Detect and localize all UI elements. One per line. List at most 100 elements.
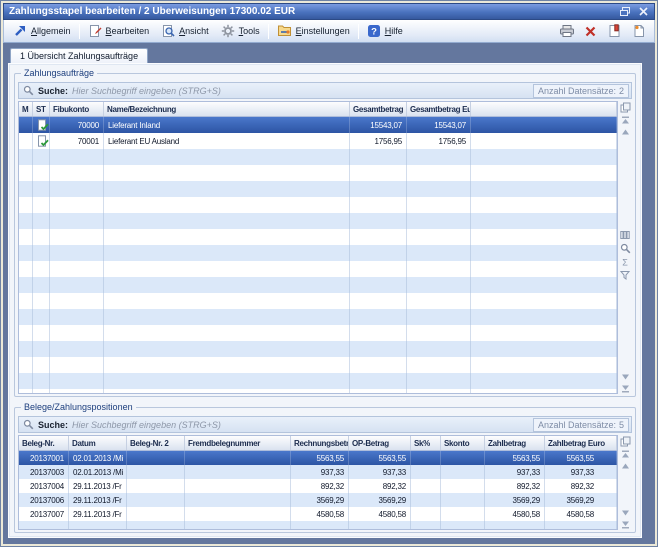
- position-row[interactable]: 2013700302.01.2013 /Mi937,33937,33937,33…: [19, 465, 617, 479]
- menu-allgemein[interactable]: Allgemein: [7, 22, 77, 40]
- scroll-up-icon[interactable]: [621, 128, 630, 137]
- column-header[interactable]: Beleg-Nr.: [19, 436, 69, 450]
- column-header[interactable]: Datum: [69, 436, 127, 450]
- new-page-button[interactable]: [631, 25, 646, 38]
- empty-row[interactable]: [19, 149, 617, 165]
- cell-m: [19, 165, 33, 181]
- cell-m: [19, 309, 33, 325]
- positions-search-input[interactable]: [72, 420, 529, 430]
- empty-row[interactable]: [19, 521, 617, 529]
- titlebar[interactable]: Zahlungsstapel bearbeiten / 2 Überweisun…: [3, 3, 655, 20]
- menu-einstellungen[interactable]: Einstellungen: [271, 22, 356, 40]
- positions-table-rows: 2013700102.01.2013 /Mi5563,555563,555563…: [19, 451, 617, 529]
- empty-row[interactable]: [19, 357, 617, 373]
- empty-row[interactable]: [19, 373, 617, 389]
- column-header[interactable]: OP-Betrag: [349, 436, 411, 450]
- positions-group-label: Belege/Zahlungspositionen: [21, 401, 136, 414]
- empty-row[interactable]: [19, 293, 617, 309]
- column-header[interactable]: Beleg-Nr. 2: [127, 436, 185, 450]
- position-row[interactable]: 2013700429.11.2013 /Fr892,32892,32892,32…: [19, 479, 617, 493]
- settings-folder-icon: [277, 24, 292, 38]
- cell-zahlbetrag_euro: 4580,58: [545, 507, 617, 521]
- print-button[interactable]: [559, 25, 574, 38]
- window-restore-icon: [619, 6, 631, 17]
- cell-gesamtbetrag_euro: [407, 245, 471, 261]
- columns-icon[interactable]: [620, 230, 630, 240]
- empty-row[interactable]: [19, 181, 617, 197]
- tab-uebersicht-zahlungsauftraege[interactable]: 1 Übersicht Zahlungsaufträge: [10, 48, 148, 63]
- orders-search-input[interactable]: [72, 86, 529, 96]
- scroll-top-icon[interactable]: [621, 450, 630, 459]
- cell-name: [104, 389, 350, 393]
- scroll-up-icon[interactable]: [621, 462, 630, 471]
- empty-row[interactable]: [19, 277, 617, 293]
- cell-m: [19, 357, 33, 373]
- copy-icon[interactable]: [620, 436, 631, 447]
- sum-icon[interactable]: Σ: [620, 257, 630, 267]
- empty-row[interactable]: [19, 245, 617, 261]
- close-window-button[interactable]: [636, 5, 651, 18]
- cell-rechnungsbetrag: 937,33: [291, 465, 349, 479]
- empty-row[interactable]: [19, 213, 617, 229]
- empty-row[interactable]: [19, 229, 617, 245]
- column-header[interactable]: M: [19, 102, 33, 116]
- column-header[interactable]: Name/Bezeichnung: [104, 102, 350, 116]
- filter-icon[interactable]: [620, 270, 630, 280]
- cell-name: [104, 213, 350, 229]
- cell-op_betrag: 5563,55: [349, 451, 411, 465]
- cell-_fill: [471, 133, 617, 149]
- empty-row[interactable]: [19, 165, 617, 181]
- menu-hilfe[interactable]: ?Hilfe: [361, 22, 409, 40]
- scroll-down-icon[interactable]: [621, 372, 630, 381]
- positions-table-zone: Beleg-Nr.DatumBeleg-Nr. 2Fremdbelegnumme…: [18, 435, 632, 530]
- cell-_fill: [471, 229, 617, 245]
- cell-fibukonto: [50, 293, 104, 309]
- cell-_fill: [471, 213, 617, 229]
- column-header[interactable]: [471, 102, 617, 116]
- position-row[interactable]: 2013700629.11.2013 /Fr3569,293569,293569…: [19, 493, 617, 507]
- restore-window-button[interactable]: [617, 5, 632, 18]
- empty-row[interactable]: [19, 389, 617, 393]
- menu-separator: [358, 24, 359, 39]
- menu-tools[interactable]: Tools: [215, 22, 266, 40]
- cell-gesamtbetrag_euro: [407, 197, 471, 213]
- scroll-top-icon[interactable]: [621, 116, 630, 125]
- column-header[interactable]: Zahlbetrag Euro: [545, 436, 617, 450]
- empty-row[interactable]: [19, 325, 617, 341]
- copy-icon[interactable]: [620, 102, 631, 113]
- menu-label: Bearbeiten: [106, 26, 150, 36]
- empty-row[interactable]: [19, 197, 617, 213]
- export-page-button[interactable]: [607, 25, 622, 38]
- scroll-bottom-icon[interactable]: [621, 384, 630, 393]
- order-row[interactable]: 70000Lieferant Inland15543,0715543,07: [19, 117, 617, 133]
- menu-label: Ansicht: [179, 26, 209, 36]
- column-header[interactable]: Skonto: [441, 436, 485, 450]
- cell-m: [19, 149, 33, 165]
- column-header[interactable]: Rechnungsbetrag: [291, 436, 349, 450]
- empty-row[interactable]: [19, 309, 617, 325]
- empty-row[interactable]: [19, 261, 617, 277]
- menu-bearbeiten[interactable]: Bearbeiten: [82, 22, 156, 40]
- scroll-down-icon[interactable]: [621, 508, 630, 517]
- orders-record-count: Anzahl Datensätze: 2: [533, 84, 629, 98]
- column-header[interactable]: Gesamtbetrag: [350, 102, 407, 116]
- cell-zahlbetrag: 4580,58: [485, 507, 545, 521]
- cell-datum: 02.01.2013 /Mi: [69, 451, 127, 465]
- positions-record-count: Anzahl Datensätze: 5: [533, 418, 629, 432]
- cell-st: [33, 117, 50, 133]
- position-row[interactable]: 2013700729.11.2013 /Fr4580,584580,584580…: [19, 507, 617, 521]
- order-row[interactable]: 70001Lieferant EU Ausland1756,951756,95: [19, 133, 617, 149]
- delete-button[interactable]: [583, 25, 598, 38]
- scroll-bottom-icon[interactable]: [621, 520, 630, 529]
- empty-row[interactable]: [19, 341, 617, 357]
- column-header[interactable]: Gesamtbetrag Euro: [407, 102, 471, 116]
- position-row[interactable]: 2013700102.01.2013 /Mi5563,555563,555563…: [19, 451, 617, 465]
- menu-ansicht[interactable]: Ansicht: [155, 22, 215, 40]
- cell-gesamtbetrag: [350, 213, 407, 229]
- column-header[interactable]: Zahlbetrag: [485, 436, 545, 450]
- column-header[interactable]: Fremdbelegnummer: [185, 436, 291, 450]
- column-header[interactable]: Fibukonto: [50, 102, 104, 116]
- magnifier-icon[interactable]: [620, 243, 631, 254]
- column-header[interactable]: Sk%: [411, 436, 441, 450]
- column-header[interactable]: ST: [33, 102, 50, 116]
